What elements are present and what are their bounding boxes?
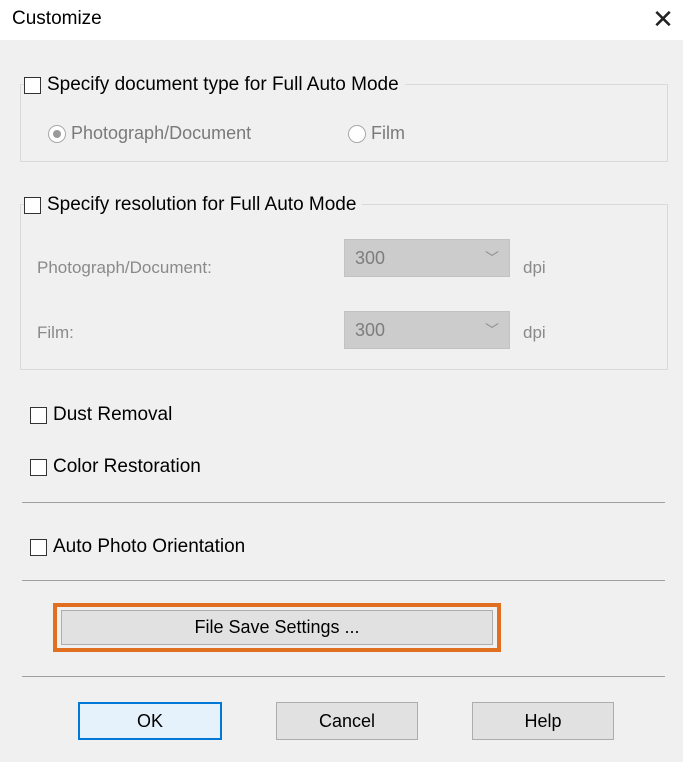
photograph-document-resolution-value: 300 [355, 248, 386, 268]
specify-resolution-checkbox[interactable]: Specify resolution for Full Auto Mode [24, 194, 363, 216]
photograph-document-radio[interactable]: Photograph/Document [48, 123, 251, 144]
radio-circle[interactable] [48, 124, 66, 143]
checkbox-box[interactable] [24, 196, 41, 214]
dialog-title: Customize [12, 8, 102, 29]
file-save-settings-button[interactable]: File Save Settings ... [61, 610, 493, 645]
film-resolution-label: Film: [37, 323, 74, 342]
film-unit: dpi [523, 323, 546, 342]
photograph-document-resolution-select[interactable]: 300 ﹀ [344, 239, 510, 277]
radio-circle[interactable] [348, 124, 366, 143]
photograph-document-resolution-label: Photograph/Document: [37, 258, 212, 277]
specify-resolution-label: Specify resolution for Full Auto Mode [47, 194, 357, 215]
ok-button[interactable]: OK [78, 702, 222, 740]
checkbox-box[interactable] [30, 458, 47, 476]
film-radio-label: Film [371, 123, 405, 143]
auto-photo-orientation-checkbox[interactable]: Auto Photo Orientation [30, 536, 245, 558]
dust-removal-checkbox[interactable]: Dust Removal [30, 404, 172, 426]
dust-removal-label: Dust Removal [53, 404, 173, 425]
specify-document-type-checkbox[interactable]: Specify document type for Full Auto Mode [24, 74, 405, 96]
color-restoration-checkbox[interactable]: Color Restoration [30, 456, 201, 478]
separator [22, 676, 665, 677]
film-resolution-value: 300 [355, 320, 386, 340]
film-resolution-select[interactable]: 300 ﹀ [344, 311, 510, 349]
chevron-down-icon: ﹀ [485, 250, 499, 266]
photograph-document-unit: dpi [523, 258, 546, 277]
checkbox-box[interactable] [24, 76, 41, 94]
cancel-button[interactable]: Cancel [276, 702, 418, 740]
title-bar: Customize ✕ [0, 0, 683, 40]
auto-photo-orientation-label: Auto Photo Orientation [53, 536, 246, 557]
close-icon[interactable]: ✕ [648, 4, 678, 34]
photograph-document-radio-label: Photograph/Document [71, 123, 252, 143]
checkbox-box[interactable] [30, 538, 47, 556]
specify-document-type-label: Specify document type for Full Auto Mode [47, 74, 399, 95]
film-radio[interactable]: Film [348, 123, 405, 144]
checkbox-box[interactable] [30, 406, 47, 424]
help-button[interactable]: Help [472, 702, 614, 740]
chevron-down-icon: ﹀ [485, 322, 499, 338]
separator [22, 580, 665, 581]
color-restoration-label: Color Restoration [53, 456, 201, 477]
separator [22, 502, 665, 503]
customize-dialog: Customize ✕ Specify document type for Fu… [0, 0, 683, 762]
